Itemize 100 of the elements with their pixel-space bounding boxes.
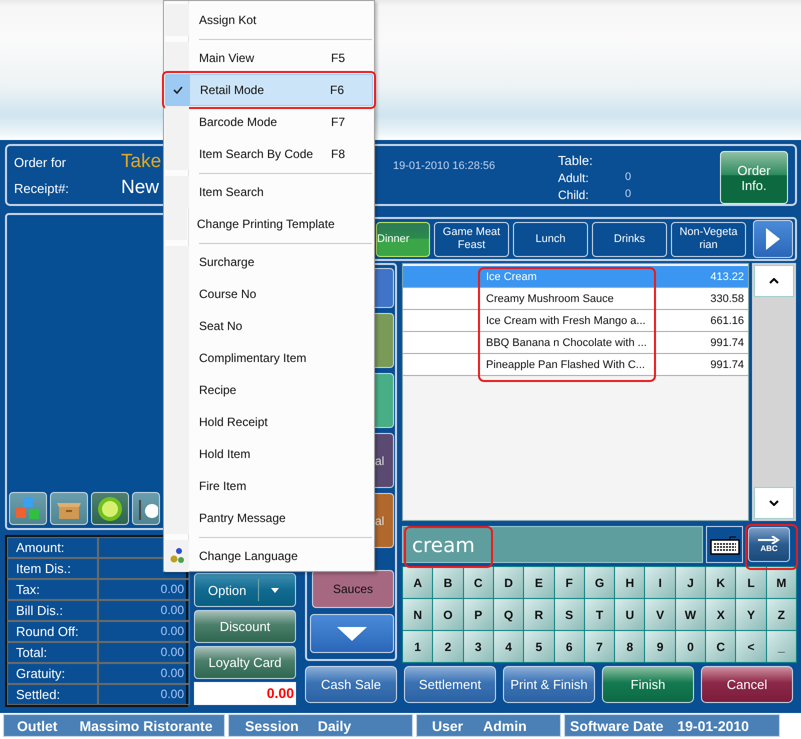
plate-button[interactable] [132,492,160,525]
keyboard-key[interactable]: _ [766,631,796,662]
keyboard-key[interactable]: 4 [494,631,524,662]
keyboard-icon [710,534,740,554]
keyboard-key[interactable]: K [706,567,736,598]
keyboard-key[interactable]: 7 [584,631,614,662]
keyboard-key[interactable]: 3 [464,631,493,662]
menu-item[interactable]: Barcode Mode F7 [165,106,373,138]
keyboard-key[interactable]: 5 [524,631,554,662]
keyboard-key[interactable]: P [464,599,493,630]
keyboard-key[interactable]: L [736,567,766,598]
action-button[interactable]: Cancel [701,666,793,703]
keyboard-key[interactable]: Z [766,599,796,630]
keyboard-button[interactable] [706,526,743,563]
menu-item[interactable]: Change Language [165,540,373,572]
menu-item[interactable]: Course No [165,278,373,310]
keyboard-key[interactable]: D [494,567,524,598]
keyboard-key[interactable]: B [433,567,463,598]
loyalty-card-button[interactable]: Loyalty Card [194,646,296,679]
menu-item[interactable]: Surcharge [165,246,373,278]
result-row[interactable]: Creamy Mushroom Sauce 330.58 [403,288,748,310]
keyboard-key[interactable]: M [766,567,796,598]
category-button[interactable] [375,268,394,308]
action-button[interactable]: Finish [602,666,694,703]
lime-button[interactable] [91,492,129,525]
menu-item[interactable]: Item Search By Code F8 [165,138,373,170]
child-label: Child: [558,188,590,202]
menu-item[interactable]: Pantry Message [165,502,373,534]
keyboard-key[interactable]: Q [494,599,524,630]
cubes-button[interactable] [9,492,47,525]
keyboard-key[interactable]: C [706,631,736,662]
keyboard-key[interactable]: E [524,567,554,598]
menu-item[interactable]: Hold Item [165,438,373,470]
keyboard-key[interactable]: 6 [554,631,584,662]
category-tab[interactable]: Dinner [376,222,430,256]
menu-item[interactable]: Assign Kot [165,4,373,36]
keyboard-key[interactable]: C [464,567,493,598]
category-tab[interactable]: Lunch [513,222,588,256]
keyboard-key[interactable]: O [433,599,463,630]
abc-button[interactable]: ABC [748,527,790,562]
menu-item[interactable]: Retail Mode F6 [165,74,373,106]
keyboard-key[interactable]: S [554,599,584,630]
chevron-up-icon [769,278,779,284]
status-value: Daily [318,718,352,734]
keyboard-key[interactable]: F [554,567,584,598]
total-value: 0.00 [98,621,190,642]
cubes-icon [14,496,42,522]
keyboard-key[interactable]: G [584,567,614,598]
menu-item[interactable]: Seat No [165,310,373,342]
menu-item[interactable]: Main View F5 [165,42,373,74]
category-tab[interactable]: Non-Vegetarian [671,222,746,256]
category-tab[interactable]: Drinks [592,222,667,256]
result-row[interactable]: Pineapple Pan Flashed With C... 991.74 [403,354,748,376]
menu-item[interactable]: Change Printing Template [165,208,373,240]
category-button[interactable]: Sauces [312,570,394,608]
status-value: Admin [483,718,527,734]
action-button[interactable]: Cash Sale [305,666,397,703]
order-for-label: Order for [14,155,68,170]
keyboard-key[interactable]: 1 [403,631,432,662]
scroll-down-button[interactable] [754,487,794,519]
keyboard-key[interactable]: W [676,599,706,630]
keyboard-key[interactable]: 2 [433,631,463,662]
category-button[interactable] [375,373,394,428]
result-row[interactable]: BBQ Banana n Chocolate with ... 991.74 [403,332,748,354]
option-button[interactable]: Option [194,573,296,607]
category-button[interactable] [375,313,394,368]
keyboard-key[interactable]: < [736,631,766,662]
menu-item[interactable]: Recipe [165,374,373,406]
keyboard-key[interactable]: H [615,567,644,598]
keyboard-key[interactable]: A [403,567,432,598]
menu-item[interactable]: Item Search [165,176,373,208]
keyboard-key[interactable]: 0 [676,631,706,662]
keyboard-key[interactable]: V [645,599,675,630]
order-type: Take [121,151,162,173]
result-row[interactable]: Ice Cream with Fresh Mango a... 661.16 [403,310,748,332]
scroll-up-button[interactable] [754,265,794,297]
keyboard-key[interactable]: 9 [645,631,675,662]
menu-item[interactable]: Hold Receipt [165,406,373,438]
keyboard-key[interactable]: N [403,599,432,630]
category-tab[interactable]: Game Meat Feast [434,222,509,256]
next-button[interactable] [753,220,793,258]
menu-item[interactable]: Complimentary Item [165,342,373,374]
action-button[interactable]: Print & Finish [503,666,595,703]
keyboard-key[interactable]: U [615,599,644,630]
keyboard-key[interactable]: T [584,599,614,630]
box-button[interactable] [50,492,88,525]
keyboard-key[interactable]: J [676,567,706,598]
keyboard-key[interactable]: R [524,599,554,630]
total-value: 0.00 [98,663,190,684]
scroll-down-button[interactable] [310,614,394,653]
total-label: Settled: [7,684,98,705]
keyboard-key[interactable]: 8 [615,631,644,662]
discount-button[interactable]: Discount [194,610,296,643]
order-info-button[interactable]: Order Info. [720,151,788,204]
menu-item[interactable]: Fire Item [165,470,373,502]
category-button[interactable]: al [375,433,394,488]
action-button[interactable]: Settlement [404,666,496,703]
keyboard-key[interactable]: I [645,567,675,598]
keyboard-key[interactable]: X [706,599,736,630]
keyboard-key[interactable]: Y [736,599,766,630]
